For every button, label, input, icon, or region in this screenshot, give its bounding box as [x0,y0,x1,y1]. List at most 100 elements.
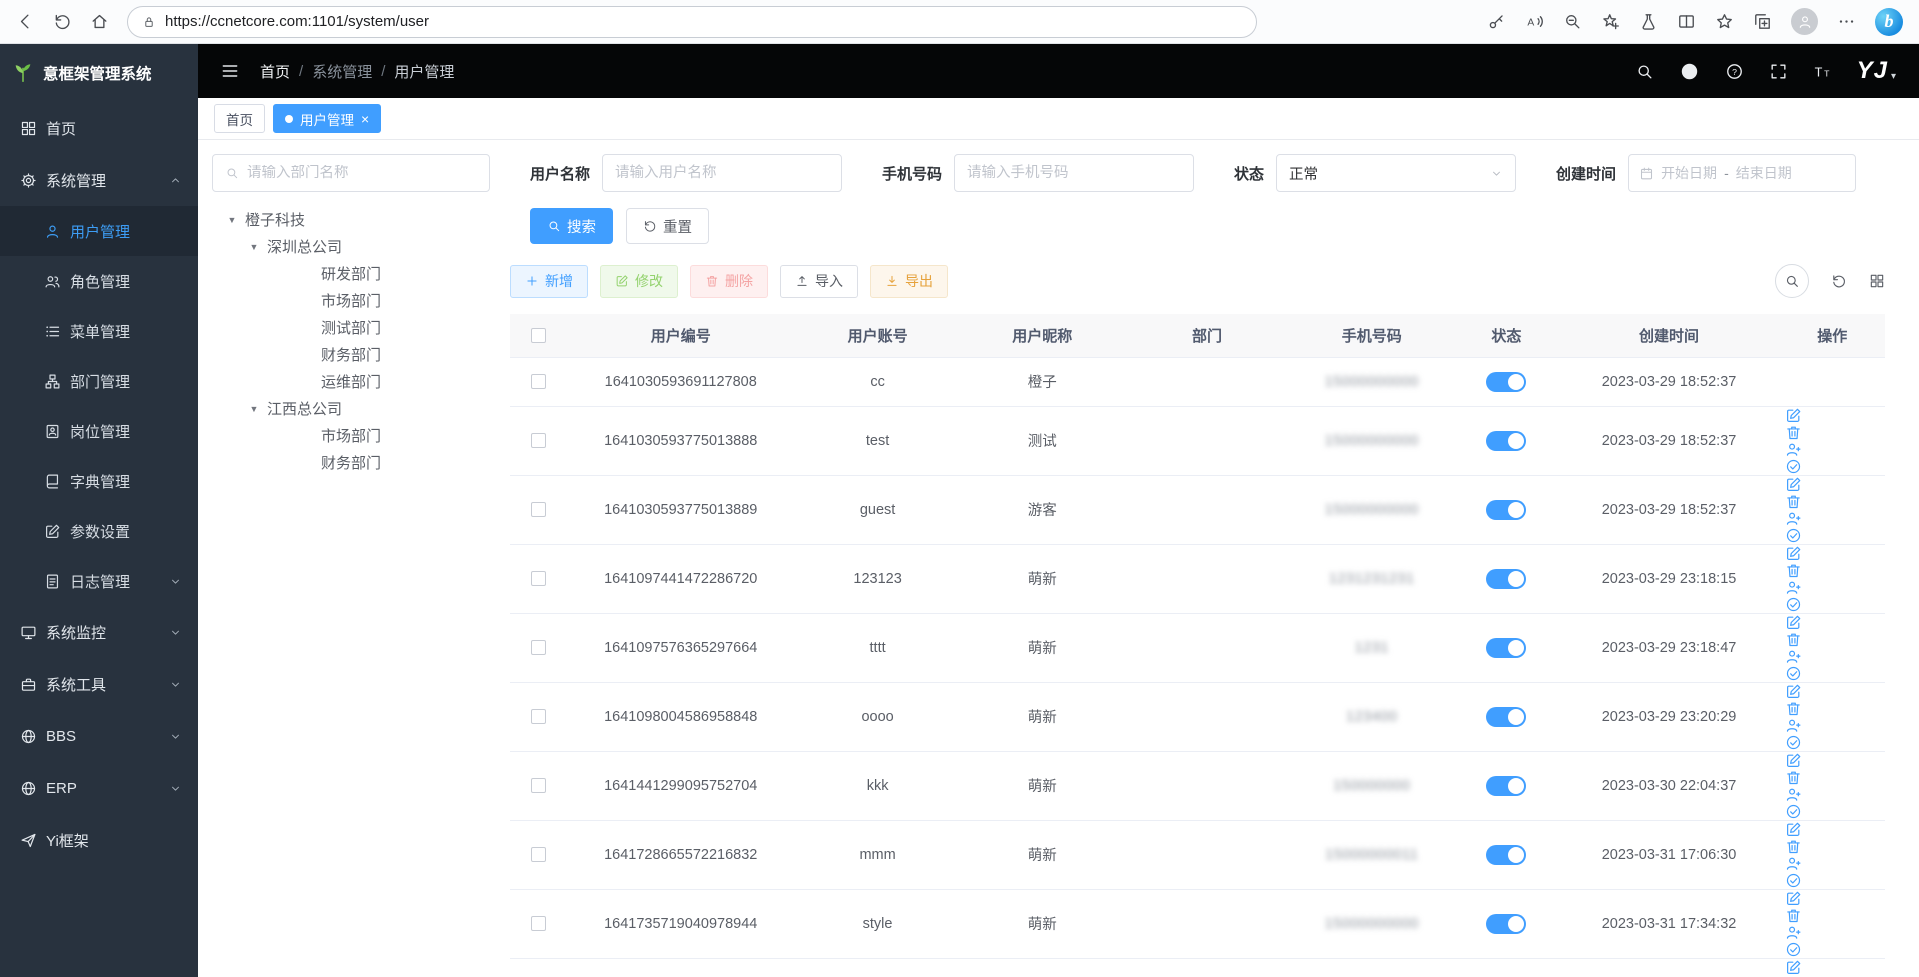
row-checkbox[interactable] [531,502,546,517]
collections-icon[interactable] [1753,12,1772,31]
github-icon[interactable] [1679,61,1700,82]
reset-password-icon[interactable] [1785,441,1802,458]
assign-role-icon[interactable] [1785,527,1802,544]
font-size-icon[interactable] [1813,62,1832,81]
reset-password-icon[interactable] [1785,855,1802,872]
status-toggle[interactable] [1486,500,1526,520]
app-logo[interactable]: 意框架管理系统 [0,44,198,102]
sidebar-item-param-settings[interactable]: 参数设置 [0,506,198,556]
sidebar-item-post-mgmt[interactable]: 岗位管理 [0,406,198,456]
delete-icon[interactable] [1785,769,1802,786]
tree-node[interactable]: 市场部门 [212,287,490,314]
status-toggle[interactable] [1486,707,1526,727]
add-button[interactable]: 新增 [510,265,588,298]
sidebar-item-system-tools[interactable]: 系统工具 [0,658,198,710]
edit-button[interactable]: 修改 [600,265,678,298]
add-favorite-icon[interactable] [1601,12,1620,31]
refresh-icon[interactable] [1831,273,1847,289]
tree-node[interactable]: 市场部门 [212,422,490,449]
fullscreen-icon[interactable] [1769,62,1788,81]
sidebar-item-system-monitor[interactable]: 系统监控 [0,606,198,658]
delete-icon[interactable] [1785,562,1802,579]
reset-button[interactable]: 重置 [626,208,709,244]
edit-icon[interactable] [1785,890,1802,907]
row-checkbox[interactable] [531,433,546,448]
assign-role-icon[interactable] [1785,665,1802,682]
sidebar-item-system[interactable]: 系统管理 [0,154,198,206]
browser-essentials-icon[interactable] [1639,12,1658,31]
status-toggle[interactable] [1486,914,1526,934]
collapse-menu-icon[interactable] [220,61,240,81]
sidebar-item-home[interactable]: 首页 [0,102,198,154]
zoom-out-icon[interactable] [1563,12,1582,31]
phone-input[interactable] [954,154,1194,192]
sidebar-item-yi-framework[interactable]: Yi框架 [0,814,198,866]
row-checkbox[interactable] [531,571,546,586]
date-range-picker[interactable]: 开始日期 - 结束日期 [1628,154,1856,192]
reset-password-icon[interactable] [1785,786,1802,803]
delete-icon[interactable] [1785,424,1802,441]
tree-node[interactable]: 财务部门 [212,341,490,368]
row-checkbox[interactable] [531,640,546,655]
edit-icon[interactable] [1785,683,1802,700]
sidebar-item-dict-mgmt[interactable]: 字典管理 [0,456,198,506]
sidebar-item-log-mgmt[interactable]: 日志管理 [0,556,198,606]
dept-search-input[interactable] [247,165,477,181]
address-bar[interactable]: https://ccnetcore.com:1101/system/user [127,6,1257,38]
search-toggle-button[interactable] [1775,264,1809,298]
row-checkbox[interactable] [531,916,546,931]
reset-password-icon[interactable] [1785,924,1802,941]
sidebar-item-menu-mgmt[interactable]: 菜单管理 [0,306,198,356]
password-key-icon[interactable] [1487,12,1506,31]
status-select[interactable]: 正常 [1276,154,1516,192]
breadcrumb-system[interactable]: 系统管理 [312,61,372,82]
assign-role-icon[interactable] [1785,803,1802,820]
delete-icon[interactable] [1785,631,1802,648]
split-screen-icon[interactable] [1677,12,1696,31]
assign-role-icon[interactable] [1785,458,1802,475]
columns-icon[interactable] [1869,273,1885,289]
sidebar-item-role-mgmt[interactable]: 角色管理 [0,256,198,306]
back-icon[interactable] [16,12,35,31]
reset-password-icon[interactable] [1785,717,1802,734]
reset-password-icon[interactable] [1785,648,1802,665]
tree-node[interactable]: ▼深圳总公司 [212,233,490,260]
breadcrumb-home[interactable]: 首页 [260,61,290,82]
edit-icon[interactable] [1785,959,1802,976]
home-icon[interactable] [90,12,109,31]
reset-password-icon[interactable] [1785,510,1802,527]
edit-icon[interactable] [1785,476,1802,493]
read-aloud-icon[interactable] [1525,12,1544,31]
row-checkbox[interactable] [531,778,546,793]
close-tab-icon[interactable]: × [361,112,369,126]
assign-role-icon[interactable] [1785,596,1802,613]
search-button[interactable]: 搜索 [530,208,613,244]
delete-icon[interactable] [1785,493,1802,510]
question-icon[interactable] [1725,62,1744,81]
edit-icon[interactable] [1785,752,1802,769]
sidebar-item-bbs[interactable]: BBS [0,710,198,762]
status-toggle[interactable] [1486,431,1526,451]
row-checkbox[interactable] [531,374,546,389]
edit-icon[interactable] [1785,821,1802,838]
tree-node[interactable]: ▼江西总公司 [212,395,490,422]
row-checkbox[interactable] [531,847,546,862]
refresh-icon[interactable] [53,12,72,31]
caret-down-icon[interactable]: ▼ [248,404,260,414]
delete-icon[interactable] [1785,907,1802,924]
sidebar-item-user-mgmt[interactable]: 用户管理 [0,206,198,256]
delete-icon[interactable] [1785,838,1802,855]
profile-avatar[interactable] [1791,8,1818,35]
tree-node[interactable]: 研发部门 [212,260,490,287]
row-checkbox[interactable] [531,709,546,724]
tab-home[interactable]: 首页 [214,104,265,133]
export-button[interactable]: 导出 [870,265,948,298]
tree-node[interactable]: 财务部门 [212,449,490,476]
status-toggle[interactable] [1486,776,1526,796]
caret-down-icon[interactable]: ▼ [226,215,238,225]
assign-role-icon[interactable] [1785,734,1802,751]
status-toggle[interactable] [1486,569,1526,589]
assign-role-icon[interactable] [1785,872,1802,889]
sidebar-item-erp[interactable]: ERP [0,762,198,814]
delete-button[interactable]: 删除 [690,265,768,298]
